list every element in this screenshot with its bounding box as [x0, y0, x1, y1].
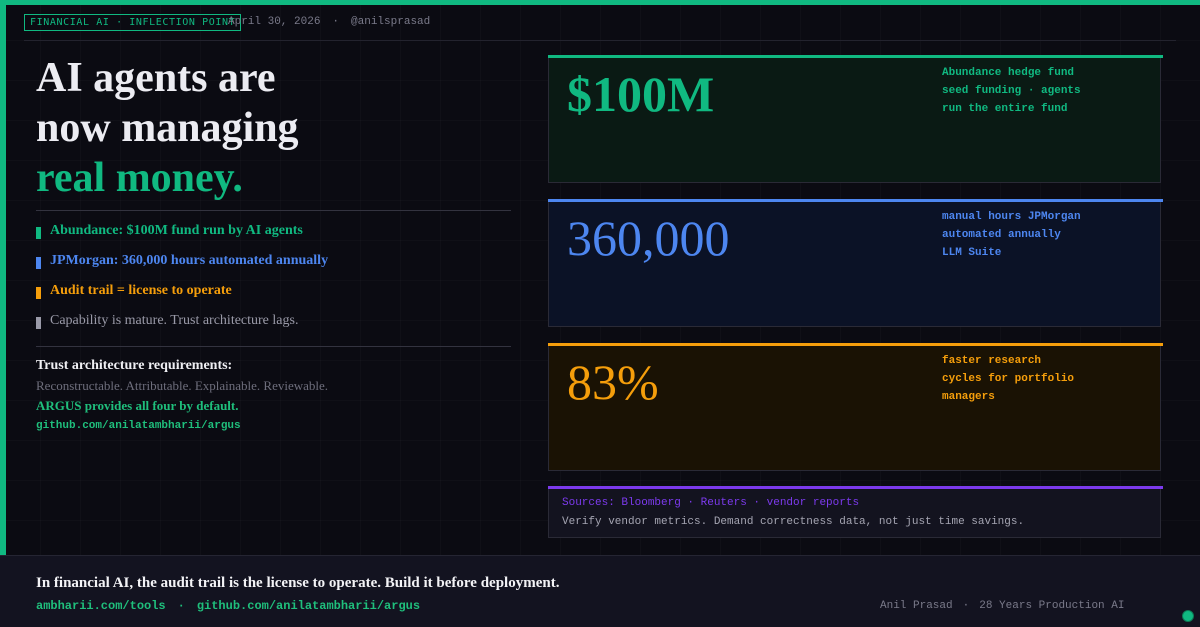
category-tag: FINANCIAL AI · INFLECTION POINT — [24, 14, 242, 31]
stat-description-line: LLM Suite — [942, 247, 1002, 259]
headline-line-1: AI agents are — [36, 55, 276, 101]
link-separator: · — [177, 599, 185, 613]
argus-repo-link[interactable]: github.com/anilatambharii/argus — [36, 416, 516, 436]
top-accent-bar — [0, 0, 1200, 5]
card-accent-stripe — [548, 343, 1163, 346]
author-separator: · — [962, 600, 970, 612]
stat-description-line: run the entire fund — [942, 103, 1068, 115]
stat-description-line: managers — [942, 391, 995, 403]
stat-value: 83% — [567, 354, 659, 410]
card-accent-stripe — [548, 486, 1163, 489]
footer-author: Anil Prasad · 28 Years Production AI — [880, 599, 1124, 613]
footer-tagline: In financial AI, the audit trail is the … — [36, 575, 560, 591]
stat-description-line: faster research — [942, 355, 1042, 367]
footer-links: ambharii.com/tools · github.com/anilatambh… — [36, 598, 420, 614]
status-dot-icon — [1182, 610, 1194, 622]
verification-note: Verify vendor metrics. Demand correctnes… — [562, 516, 1025, 528]
author-handle[interactable]: @anilsprasad — [351, 16, 430, 28]
headline: AI agents are now managing real money. — [36, 53, 516, 203]
header: FINANCIAL AI · INFLECTION POINT April 30… — [24, 14, 1176, 34]
bullet-marker — [36, 317, 41, 329]
card-accent-stripe — [548, 55, 1163, 58]
stat-value: 360,000 — [567, 210, 730, 266]
argus-statement: ARGUS provides all four by default. — [36, 398, 239, 413]
section-divider — [36, 210, 511, 211]
stat-description-line: cycles for portfolio — [942, 373, 1075, 385]
stat-description: Abundance hedge fund seed funding · agen… — [942, 64, 1152, 118]
stat-card-hours: 360,000 manual hours JPMorgan automated … — [548, 199, 1163, 327]
headline-accent: real money. — [36, 155, 243, 201]
card-accent-stripe — [548, 199, 1163, 202]
tools-link[interactable]: ambharii.com/tools — [36, 599, 166, 613]
stat-description-line: automated annually — [942, 229, 1061, 241]
bullet-marker — [36, 227, 41, 239]
key-point-text: Capability is mature. Trust architecture… — [50, 313, 299, 328]
sources-line: Sources: Bloomberg · Reuters · vendor re… — [562, 497, 860, 509]
post-date: April 30, 2026 — [228, 16, 321, 28]
sources-panel: Sources: Bloomberg · Reuters · vendor re… — [548, 486, 1163, 538]
headline-line-2: now managing — [36, 105, 299, 151]
trust-title: Trust architecture requirements: — [36, 358, 233, 373]
key-point-text: JPMorgan: 360,000 hours automated annual… — [50, 253, 329, 268]
meta-separator: · — [332, 16, 340, 28]
section-divider — [36, 346, 511, 347]
left-accent-bar — [0, 0, 6, 555]
stat-description: faster research cycles for portfolio man… — [942, 352, 1152, 406]
stat-description: manual hours JPMorgan automated annually… — [942, 208, 1152, 262]
stat-description-line: seed funding · agents — [942, 85, 1081, 97]
bullet-marker — [36, 287, 41, 299]
repo-link[interactable]: github.com/anilatambharii/argus — [197, 599, 420, 613]
stat-card-fund: $100M Abundance hedge fund seed funding … — [548, 55, 1163, 183]
trust-requirements: Trust architecture requirements: Reconst… — [36, 356, 516, 436]
post-meta: April 30, 2026 · @anilsprasad — [228, 14, 430, 31]
trust-pillars: Reconstructable. Attributable. Explainab… — [36, 378, 329, 393]
key-point-text: Audit trail = license to operate — [50, 283, 232, 298]
stat-card-research: 83% faster research cycles for portfolio… — [548, 343, 1163, 471]
author-credential: 28 Years Production AI — [979, 600, 1125, 612]
stat-value: $100M — [567, 66, 715, 122]
stat-description-line: manual hours JPMorgan — [942, 211, 1081, 223]
bullet-marker — [36, 257, 41, 269]
header-divider — [24, 40, 1176, 41]
key-point-text: Abundance: $100M fund run by AI agents — [50, 223, 303, 238]
stat-description-line: Abundance hedge fund — [942, 67, 1075, 79]
author-name: Anil Prasad — [880, 600, 953, 612]
footer: In financial AI, the audit trail is the … — [0, 555, 1200, 627]
